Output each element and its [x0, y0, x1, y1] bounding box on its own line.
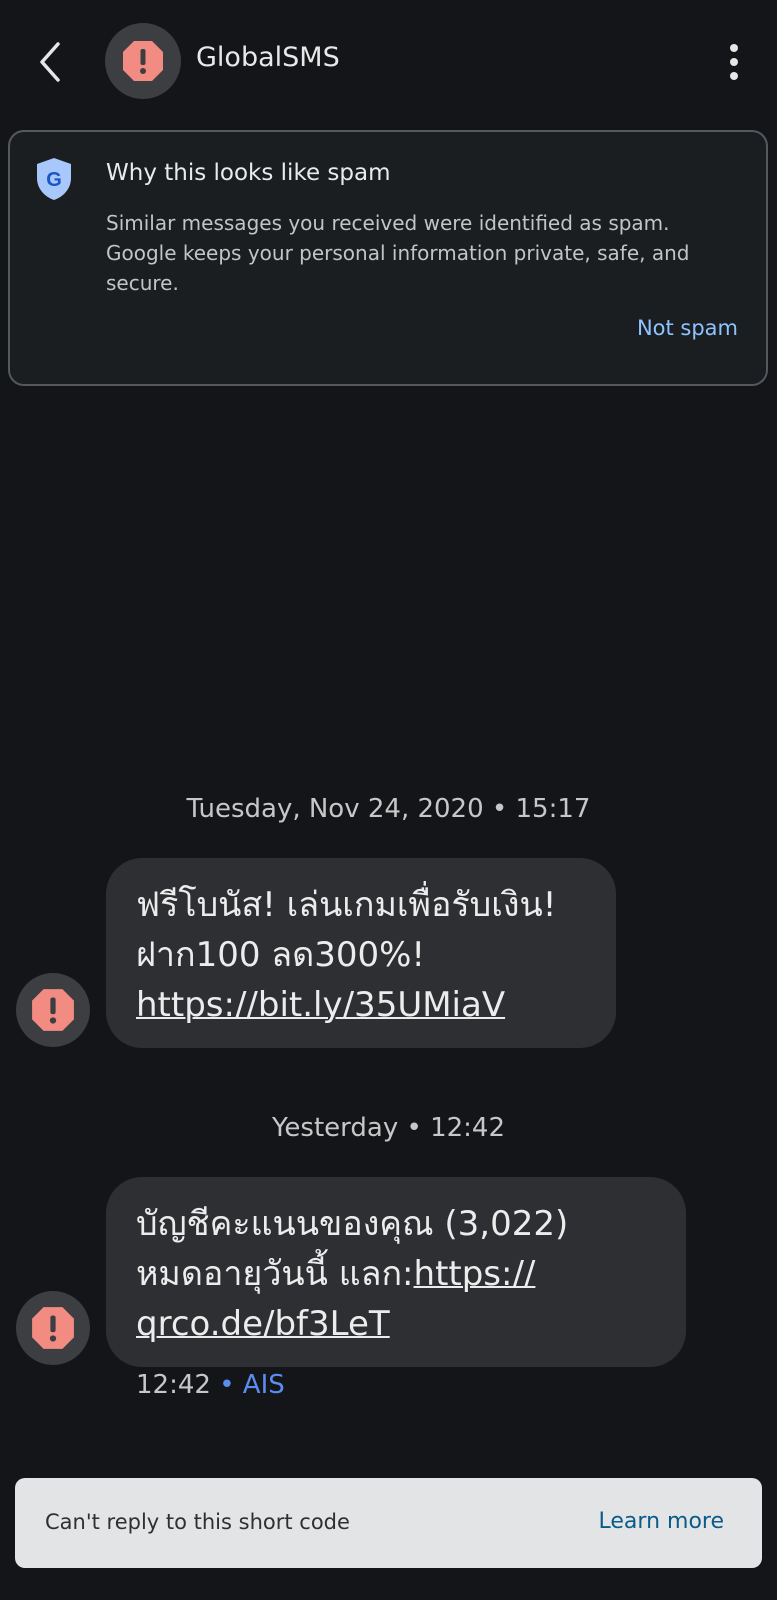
- spam-warning-card: G Why this looks like spam Similar messa…: [8, 130, 768, 386]
- message-text: หมดอายุวันนี้ แลก:: [136, 1254, 414, 1294]
- message-link[interactable]: https://bit.ly/35UMiaV: [136, 985, 505, 1025]
- sender-avatar[interactable]: [16, 973, 90, 1047]
- spam-alert-icon: [32, 989, 74, 1031]
- short-code-text: Can't reply to this short code: [45, 1510, 350, 1534]
- message-bubble[interactable]: บัญชีคะแนนของคุณ (3,022) หมดอายุวันนี้ แ…: [106, 1177, 686, 1367]
- message-meta: 12:42 • AIS: [136, 1370, 285, 1400]
- spam-alert-icon: [32, 1307, 74, 1349]
- learn-more-link[interactable]: Learn more: [599, 1509, 724, 1534]
- message-link[interactable]: https://: [414, 1254, 536, 1294]
- svg-text:G: G: [46, 169, 62, 191]
- google-shield-icon: G: [37, 158, 71, 200]
- short-code-notice: Can't reply to this short code Learn mor…: [15, 1478, 762, 1568]
- not-spam-button[interactable]: Not spam: [637, 316, 738, 340]
- spam-card-description: Similar messages you received were ident…: [106, 211, 690, 295]
- message-text-line: ฟรีโบนัส! เล่นเกมเพื่อรับเงิน!: [136, 885, 557, 925]
- carrier-label: • AIS: [219, 1370, 285, 1400]
- date-separator: Yesterday • 12:42: [271, 1113, 505, 1143]
- contact-name[interactable]: GlobalSMS: [196, 42, 340, 73]
- back-arrow-icon: [40, 42, 60, 82]
- message-text-line: บัญชีคะแนนของคุณ (3,022): [136, 1204, 569, 1244]
- more-vert-icon: [730, 44, 738, 80]
- date-separator: Tuesday, Nov 24, 2020 • 15:17: [186, 794, 591, 824]
- spam-alert-icon: [123, 41, 163, 81]
- message-text-line: ฝาก100 ลด300%!: [136, 935, 426, 975]
- more-options-button[interactable]: [718, 40, 750, 84]
- sender-avatar[interactable]: [16, 1291, 90, 1365]
- message-bubble[interactable]: ฟรีโบนัส! เล่นเกมเพื่อรับเงิน! ฝาก100 ลด…: [106, 858, 616, 1048]
- contact-avatar[interactable]: [105, 23, 181, 99]
- back-button[interactable]: [30, 36, 74, 88]
- spam-card-title: Why this looks like spam: [106, 160, 391, 186]
- top-app-bar: GlobalSMS: [0, 0, 777, 122]
- message-time: 12:42: [136, 1370, 211, 1400]
- message-link[interactable]: qrco.de/bf3LeT: [136, 1304, 390, 1344]
